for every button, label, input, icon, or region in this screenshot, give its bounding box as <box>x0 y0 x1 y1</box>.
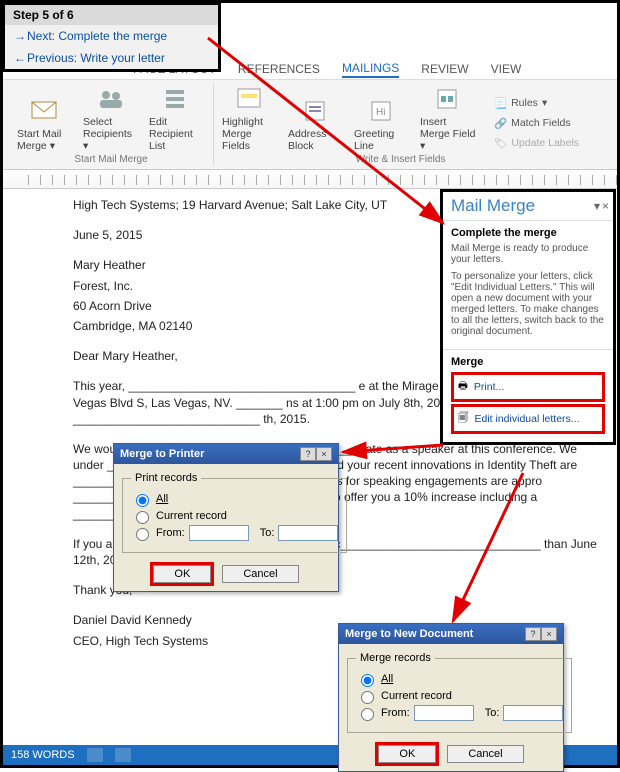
arrow-right-icon: → <box>13 29 27 43</box>
pane-text1: Mail Merge is ready to produce your lett… <box>451 243 605 265</box>
radio-from[interactable]: From: To: <box>131 525 338 541</box>
pane-close-icon[interactable]: × <box>602 199 609 213</box>
address-block-button[interactable]: Address Block <box>288 96 344 152</box>
group-label-start: Start Mail Merge <box>74 154 147 165</box>
dialog-help-icon[interactable]: ? <box>300 447 316 461</box>
select-recipients-button[interactable]: Select Recipients ▾ <box>83 84 139 152</box>
pane-section-complete-heading: Complete the merge <box>451 227 605 239</box>
printer-icon: 🖶 <box>458 378 468 396</box>
documents-icon: 🗐 <box>458 410 469 428</box>
greeting-icon: Hi <box>366 96 398 126</box>
word-count[interactable]: 158 WORDS <box>11 749 75 761</box>
tab-mailings[interactable]: MAILINGS <box>342 60 399 78</box>
highlight-icon <box>234 84 266 114</box>
merge-edit-label: Edit individual letters... <box>475 413 580 425</box>
tab-references[interactable]: REFERENCES <box>238 61 320 77</box>
wizard-prev-label: Previous: Write your letter <box>27 51 165 65</box>
tab-view[interactable]: VIEW <box>491 61 522 77</box>
ok-button[interactable]: OK <box>153 565 211 583</box>
from-input[interactable] <box>414 705 474 721</box>
rules-icon: 📃 <box>494 97 507 110</box>
cancel-button[interactable]: Cancel <box>447 745 523 763</box>
update-labels-button[interactable]: 🏷Update Labels <box>494 134 579 152</box>
tab-review[interactable]: REVIEW <box>421 61 468 77</box>
edit-recipient-list-button[interactable]: Edit Recipient List <box>149 84 205 152</box>
ribbon: PAGE LAYOUT REFERENCES MAILINGS REVIEW V… <box>3 59 617 170</box>
ruler <box>3 171 617 189</box>
pane-title: Mail Merge <box>451 196 535 216</box>
mail-merge-pane: Mail Merge ▾ × Complete the merge Mail M… <box>440 189 616 445</box>
envelope-icon <box>29 96 61 126</box>
group-start-mail-merge: Start Mail Merge ▾ Select Recipients ▾ E… <box>9 84 214 165</box>
pane-dropdown-icon[interactable]: ▾ <box>594 199 600 213</box>
ok-button[interactable]: OK <box>378 745 436 763</box>
svg-text:Hi: Hi <box>376 107 385 118</box>
merge-print-label: Print... <box>474 381 504 393</box>
highlight-fields-button[interactable]: Highlight Merge Fields <box>222 84 278 152</box>
arrow-left-icon: ← <box>13 51 27 65</box>
dialog-close-icon[interactable]: × <box>316 447 332 461</box>
group-write-insert: Highlight Merge Fields Address Block Hi … <box>214 84 587 165</box>
match-fields-button[interactable]: 🔗Match Fields <box>494 114 579 132</box>
group-label-write: Write & Insert Fields <box>356 154 446 165</box>
layout-icon[interactable] <box>115 748 131 762</box>
radio-current[interactable]: Current record <box>356 688 563 704</box>
wizard-step-panel: Step 5 of 6 →Next: Complete the merge ←P… <box>2 2 221 72</box>
print-records-group: Print records <box>131 472 201 484</box>
list-edit-icon <box>161 84 193 114</box>
radio-current[interactable]: Current record <box>131 508 338 524</box>
dialog-help-icon[interactable]: ? <box>525 627 541 641</box>
merge-edit-letters-link[interactable]: 🗐 Edit individual letters... <box>451 404 605 434</box>
merge-to-printer-dialog: Merge to Printer ?× Print records All Cu… <box>113 443 339 592</box>
cancel-button[interactable]: Cancel <box>222 565 298 583</box>
wizard-step-title: Step 5 of 6 <box>5 5 218 25</box>
pane-section-merge-heading: Merge <box>451 356 605 368</box>
radio-all[interactable]: All <box>356 671 563 687</box>
ribbon-groups: Start Mail Merge ▾ Select Recipients ▾ E… <box>3 79 617 170</box>
start-mail-merge-button[interactable]: Start Mail Merge ▾ <box>17 96 73 152</box>
labels-icon: 🏷 <box>494 137 507 150</box>
greeting-line-button[interactable]: Hi Greeting Line <box>354 96 410 152</box>
radio-from[interactable]: From: To: <box>356 705 563 721</box>
wizard-next-link[interactable]: →Next: Complete the merge <box>5 25 218 47</box>
to-input[interactable] <box>503 705 563 721</box>
rules-button[interactable]: 📃Rules ▾ <box>494 94 579 112</box>
merge-field-icon <box>432 84 464 114</box>
proofing-icon[interactable] <box>87 748 103 762</box>
insert-merge-field-button[interactable]: Insert Merge Field ▾ <box>420 84 476 152</box>
people-icon <box>95 84 127 114</box>
dialog-close-icon[interactable]: × <box>541 627 557 641</box>
merge-records-group: Merge records <box>356 652 435 664</box>
wizard-prev-link[interactable]: ←Previous: Write your letter <box>5 47 218 69</box>
to-input[interactable] <box>278 525 338 541</box>
merge-to-new-document-dialog: Merge to New Document ?× Merge records A… <box>338 623 564 772</box>
radio-all[interactable]: All <box>131 491 338 507</box>
merge-print-link[interactable]: 🖶 Print... <box>451 372 605 402</box>
match-icon: 🔗 <box>494 117 507 130</box>
address-icon <box>300 96 332 126</box>
from-input[interactable] <box>189 525 249 541</box>
dialog-title: Merge to Printer <box>120 448 204 460</box>
pane-text2: To personalize your letters, click "Edit… <box>451 271 605 337</box>
wizard-next-label: Next: Complete the merge <box>27 29 167 43</box>
dialog-title: Merge to New Document <box>345 628 473 640</box>
